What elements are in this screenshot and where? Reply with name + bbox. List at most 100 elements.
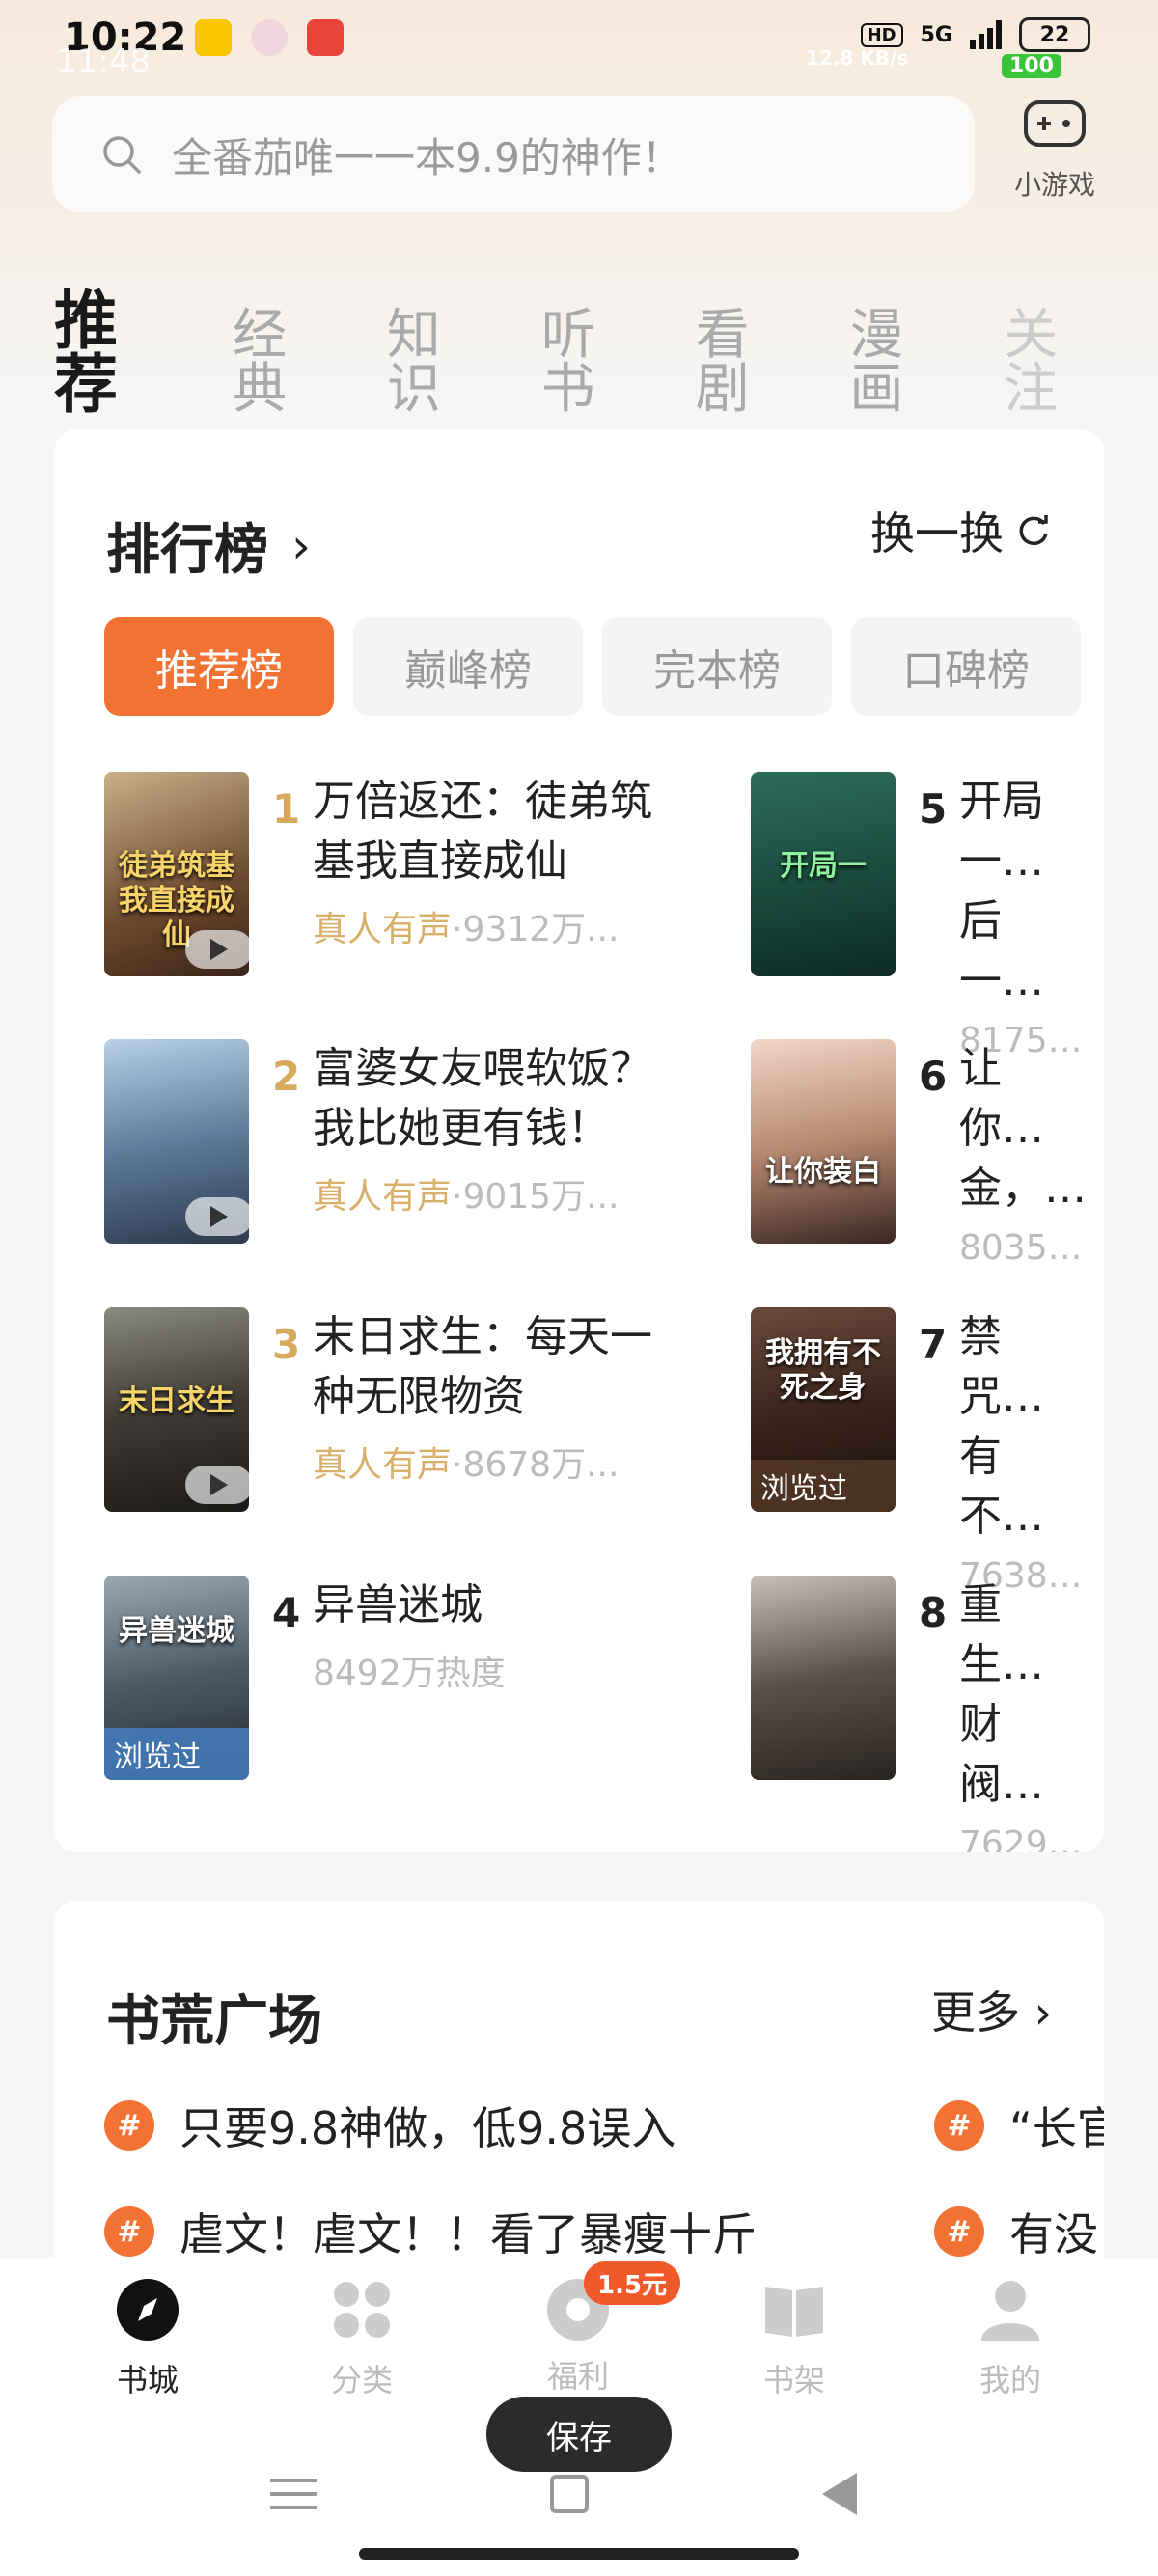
battery-icon: 22 [1019, 17, 1090, 52]
cover-title: 我拥有不死之身 [765, 1336, 881, 1405]
nav-label: 书城 [116, 2362, 179, 2398]
tab-knowledge[interactable]: 知识 [387, 309, 491, 417]
topic-item[interactable]: # “长官 [934, 2094, 1104, 2157]
recent-apps-icon[interactable] [270, 2479, 317, 2519]
book-title: 异兽迷城 [313, 1580, 482, 1630]
tab-audiobook[interactable]: 听书 [541, 309, 646, 417]
list-item[interactable]: 我拥有不死之身 浏览过 7 禁咒…有不… 7638… [751, 1307, 1104, 1596]
ranking-card: 排行榜 › 换一换 推荐榜 巅峰榜 完本榜 口碑榜 徒弟筑基我直接成仙 1 万倍… [54, 429, 1104, 1852]
list-item[interactable]: 徒弟筑基我直接成仙 1 万倍返还：徒弟筑基我直接成仙 真人有声·9312万... [104, 772, 679, 976]
nav-bookshelf[interactable]: 书架 [722, 2275, 867, 2400]
heat-value: 7629… [959, 1824, 1083, 1852]
play-icon [185, 1466, 249, 1504]
red-app-icon [307, 19, 344, 56]
tab-comics[interactable]: 漫画 [849, 309, 953, 417]
book-icon [765, 2287, 823, 2337]
rank-number: 2 [272, 1053, 301, 1100]
book-title: 富婆女友喂软饭？我比她更有钱！ [313, 1044, 652, 1153]
status-time-overlay: 11:48 [56, 42, 151, 81]
tab-follow[interactable]: 关注 [1004, 309, 1108, 417]
heat-value: ·8678万... [452, 1445, 620, 1485]
rank-number: 4 [272, 1589, 301, 1636]
rank-number: 1 [272, 785, 301, 833]
swap-label: 换一换 [870, 507, 1004, 560]
topic-item[interactable]: # 虐文！虐文！！看了暴瘦十斤 [104, 2200, 757, 2263]
hashtag-icon: # [104, 2206, 154, 2257]
search-icon [103, 136, 141, 174]
save-toast[interactable]: 保存 [486, 2397, 672, 2472]
grid-icon [334, 2282, 390, 2338]
nav-category[interactable]: 分类 [290, 2275, 434, 2400]
signal-bars-icon [970, 20, 1002, 49]
nav-bookstore[interactable]: 书城 [75, 2275, 220, 2400]
home-icon[interactable] [550, 2475, 589, 2513]
list-item[interactable]: 让你装白 6 让你…金，… 8035… [751, 1039, 1104, 1268]
signal-label: 5G [920, 22, 952, 47]
nav-welfare[interactable]: 1.5元 福利 [506, 2261, 681, 2397]
book-cover: 让你装白 [751, 1039, 896, 1244]
nav-mine[interactable]: 我的 [938, 2275, 1083, 2400]
topic-label: 虐文！虐文！！看了暴瘦十斤 [179, 2208, 757, 2261]
nav-label: 分类 [330, 2362, 393, 2398]
book-title: 禁咒…有不… [959, 1312, 1044, 1541]
topic-label: “长官 [1009, 2102, 1104, 2154]
rank-number: 8 [919, 1589, 948, 1636]
book-cover: 开局一 [751, 772, 896, 976]
list-item[interactable]: 末日求生 3 末日求生：每天一种无限物资 真人有声·8678万... [104, 1307, 679, 1512]
topic-item[interactable]: # 只要9.8神做，低9.8误入 [104, 2094, 676, 2157]
book-cover: 徒弟筑基我直接成仙 [104, 772, 249, 976]
gamepad-icon [1024, 100, 1086, 147]
user-icon [981, 2281, 1039, 2341]
chip-recommend[interactable]: 推荐榜 [104, 617, 334, 716]
category-tabs: 推荐 经典 知识 听书 看剧 漫画 关注 [54, 289, 1158, 417]
viewed-badge: 浏览过 [104, 1728, 249, 1780]
book-cover [104, 1039, 249, 1244]
chip-complete[interactable]: 完本榜 [602, 617, 832, 716]
nav-label: 书架 [762, 2362, 825, 2398]
heat-value: ·9312万... [452, 910, 620, 949]
ranking-header[interactable]: 排行榜 › [106, 507, 311, 585]
list-item[interactable]: 8 重生…财阀… 7629… [751, 1576, 1104, 1852]
ranking-title: 排行榜 [106, 519, 268, 582]
app-notification-icon [251, 19, 288, 56]
rank-number: 6 [919, 1053, 948, 1100]
book-cover: 我拥有不死之身 浏览过 [751, 1307, 896, 1512]
tab-drama[interactable]: 看剧 [696, 309, 800, 417]
play-icon [185, 1197, 249, 1236]
hd-icon: HD [860, 22, 903, 47]
book-title: 开局一…后一… [959, 777, 1044, 1005]
heat-value: 8492万热度 [313, 1654, 506, 1693]
chip-reputation[interactable]: 口碑榜 [851, 617, 1081, 716]
list-item[interactable]: 异兽迷城 浏览过 4 异兽迷城 8492万热度 [104, 1576, 679, 1780]
swap-button[interactable]: 换一换 [870, 499, 1052, 562]
ranking-chips: 推荐榜 巅峰榜 完本榜 口碑榜 [104, 617, 1081, 716]
book-title: 末日求生：每天一种无限物资 [313, 1312, 652, 1421]
list-item[interactable]: 2 富婆女友喂软饭？我比她更有钱！ 真人有声·9015万... [104, 1039, 679, 1244]
topic-label: 只要9.8神做，低9.8误入 [179, 2102, 676, 2154]
chevron-right-icon: › [291, 517, 311, 574]
compass-icon [117, 2279, 179, 2341]
heat-value: 8035… [959, 1228, 1083, 1268]
viewed-badge: 浏览过 [751, 1460, 896, 1512]
mini-game-button[interactable]: 小游戏 [1002, 95, 1108, 203]
tab-recommend[interactable]: 推荐 [54, 289, 177, 417]
topic-item[interactable]: # 有没 [934, 2200, 1098, 2263]
hashtag-icon: # [934, 2100, 984, 2151]
square-title: 书荒广场 [106, 1990, 322, 2053]
more-button[interactable]: 更多 › [931, 1978, 1052, 2042]
search-bar[interactable]: 全番茄唯一一本9.9的神作！ [52, 96, 975, 212]
book-cover: 异兽迷城 浏览过 [104, 1576, 249, 1780]
hashtag-icon: # [104, 2100, 154, 2151]
voice-tag: 真人有声 [313, 1445, 453, 1485]
list-item[interactable]: 开局一 5 开局一…后一… 8175… [751, 772, 1104, 1060]
tab-classic[interactable]: 经典 [233, 309, 337, 417]
book-title: 重生…财阀… [959, 1580, 1044, 1809]
cover-title: 开局一 [780, 849, 867, 883]
book-square-card: 书荒广场 更多 › # 只要9.8神做，低9.8误入 # “长官 # 虐文！虐文… [54, 1901, 1104, 2306]
chip-peak[interactable]: 巅峰榜 [353, 617, 583, 716]
book-title: 让你…金，… [959, 1044, 1087, 1213]
cover-title: 异兽迷城 [119, 1614, 234, 1648]
book-cover [751, 1576, 896, 1780]
book-cover: 末日求生 [104, 1307, 249, 1512]
back-icon[interactable] [822, 2473, 857, 2515]
